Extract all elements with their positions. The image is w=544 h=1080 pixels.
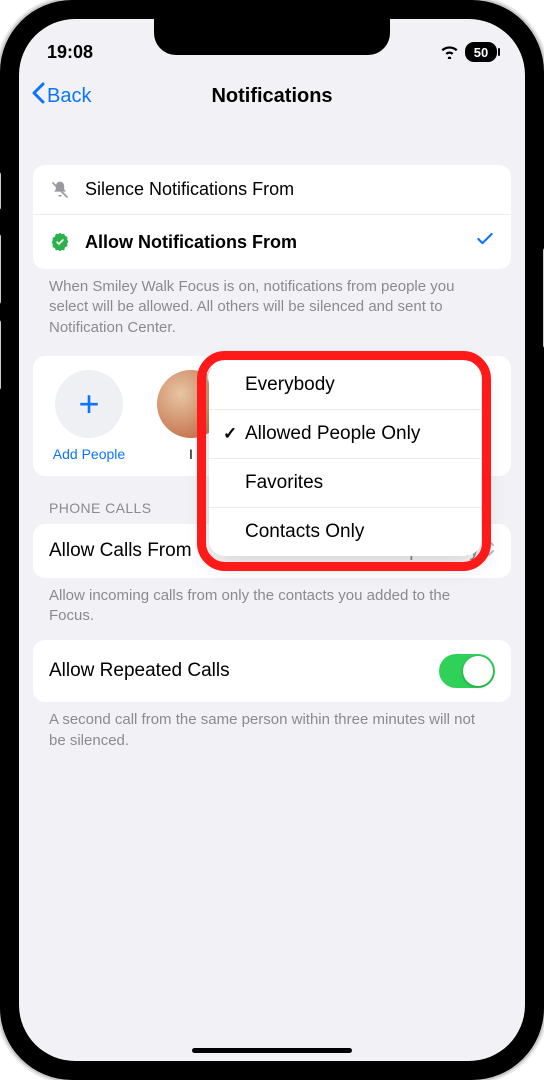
- check-icon: ✓: [223, 424, 245, 444]
- notch: [154, 19, 390, 55]
- status-right: 50: [440, 42, 497, 62]
- battery-indicator: 50: [465, 42, 497, 62]
- allow-from-row[interactable]: Allow Notifications From: [33, 215, 511, 269]
- allow-calls-popover: Everybody ✓ Allowed People Only Favorite…: [209, 361, 481, 556]
- repeated-calls-description: A second call from the same person withi…: [33, 702, 511, 765]
- checkmark-seal-icon: [49, 232, 71, 252]
- allow-calls-from-label: Allow Calls From: [49, 540, 192, 562]
- allow-repeated-calls-toggle[interactable]: [439, 654, 495, 688]
- popover-option-everybody[interactable]: Everybody: [209, 361, 481, 410]
- page-title: Notifications: [211, 85, 332, 108]
- allow-repeated-calls-row: Allow Repeated Calls: [33, 640, 511, 702]
- popover-option-label: Favorites: [245, 472, 323, 494]
- popover-option-label: Contacts Only: [245, 521, 364, 543]
- screen: 19:08 50 Back Notifications: [19, 19, 525, 1061]
- status-time: 19:08: [47, 42, 93, 63]
- popover-option-label: Allowed People Only: [245, 423, 420, 445]
- popover-option-label: Everybody: [245, 374, 335, 396]
- bell-slash-icon: [49, 180, 71, 200]
- allow-repeated-calls-label: Allow Repeated Calls: [49, 660, 230, 682]
- wifi-icon: [440, 45, 459, 59]
- silence-from-row[interactable]: Silence Notifications From: [33, 165, 511, 215]
- notification-mode-card: Silence Notifications From Allow Notific…: [33, 165, 511, 269]
- allow-from-label: Allow Notifications From: [85, 232, 461, 253]
- back-button[interactable]: Back: [31, 82, 91, 110]
- chevron-left-icon: [31, 82, 45, 110]
- allow-calls-description: Allow incoming calls from only the conta…: [33, 578, 511, 641]
- toggle-knob: [463, 656, 493, 686]
- volume-up-button: [0, 234, 1, 304]
- popover-option-favorites[interactable]: Favorites: [209, 459, 481, 508]
- mute-switch: [0, 172, 1, 210]
- phone-frame: 19:08 50 Back Notifications: [0, 0, 544, 1080]
- add-people-tile[interactable]: + Add People: [45, 370, 133, 462]
- check-icon: [475, 229, 495, 255]
- add-circle: +: [55, 370, 123, 438]
- mode-description: When Smiley Walk Focus is on, notificati…: [33, 269, 511, 352]
- nav-bar: Back Notifications: [19, 71, 525, 121]
- silence-from-label: Silence Notifications From: [85, 179, 495, 200]
- popover-option-contacts-only[interactable]: Contacts Only: [209, 508, 481, 556]
- chevron-updown-icon: [483, 539, 495, 563]
- home-indicator[interactable]: [192, 1048, 352, 1053]
- volume-down-button: [0, 320, 1, 390]
- popover-option-allowed-people-only[interactable]: ✓ Allowed People Only: [209, 410, 481, 459]
- repeated-calls-card: Allow Repeated Calls: [33, 640, 511, 702]
- back-label: Back: [47, 85, 91, 108]
- add-people-label: Add People: [53, 446, 125, 462]
- person-name-partial: I: [189, 446, 193, 462]
